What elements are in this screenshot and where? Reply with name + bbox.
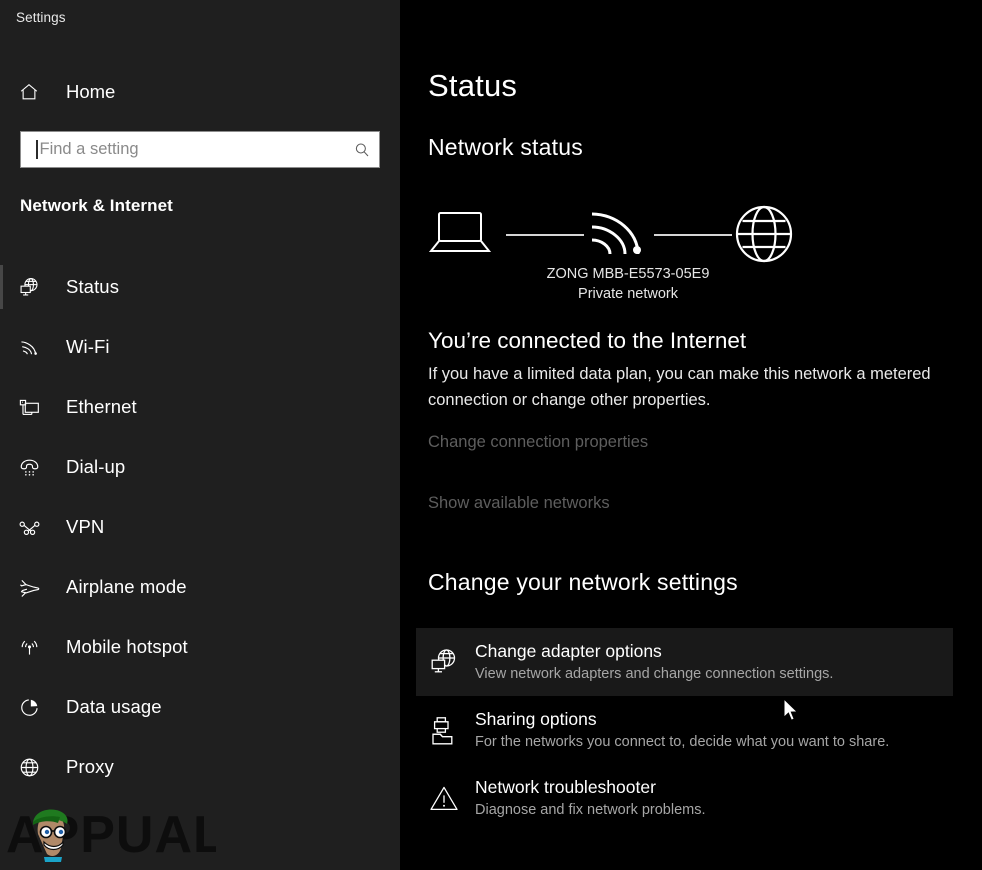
- option-title: Change adapter options: [475, 641, 662, 661]
- option-description: Diagnose and fix network problems.: [475, 802, 706, 818]
- text-caret: [36, 140, 38, 159]
- sidebar-item-proxy-label: Proxy: [66, 756, 114, 777]
- sidebar-item-data-usage-label: Data usage: [66, 696, 162, 717]
- ethernet-icon: [18, 396, 50, 419]
- globe-icon: [18, 756, 50, 779]
- sidebar-item-data-usage[interactable]: Data usage: [0, 677, 400, 737]
- sidebar-item-home[interactable]: Home: [0, 72, 400, 112]
- sidebar-item-status[interactable]: Status: [0, 257, 400, 317]
- sidebar-item-home-label: Home: [66, 81, 116, 102]
- network-name: ZONG MBB-E5573-05E9: [546, 266, 710, 282]
- svg-text:APPUALS: APPUALS: [6, 806, 216, 864]
- network-settings-options: Change adapter options View network adap…: [416, 628, 956, 832]
- window-title: Settings: [16, 10, 66, 25]
- network-status-heading: Network status: [428, 134, 583, 160]
- search-input[interactable]: Find a setting: [20, 131, 380, 168]
- airplane-icon: [18, 576, 50, 599]
- option-title: Sharing options: [475, 709, 597, 729]
- option-sharing-options[interactable]: Sharing options For the networks you con…: [416, 696, 953, 764]
- hotspot-icon: [18, 636, 50, 659]
- globe-icon: [734, 204, 794, 269]
- sidebar-item-ethernet-label: Ethernet: [66, 396, 137, 417]
- globe-monitor-icon: [18, 276, 50, 299]
- option-text: Sharing options For the networks you con…: [475, 707, 889, 753]
- sidebar-item-proxy[interactable]: Proxy: [0, 737, 400, 797]
- sidebar-item-mobile-hotspot-label: Mobile hotspot: [66, 636, 188, 657]
- settings-window: Settings Home Find a setting Network & I…: [0, 0, 982, 870]
- main-content: Status Network status ZONG MBB-E5573-05E…: [400, 0, 982, 870]
- option-text: Network troubleshooter Diagnose and fix …: [475, 775, 706, 821]
- vpn-icon: [18, 516, 50, 539]
- sidebar-item-dialup-label: Dial-up: [66, 456, 126, 477]
- sidebar-item-vpn-label: VPN: [66, 516, 105, 537]
- sidebar-item-airplane-mode[interactable]: Airplane mode: [0, 557, 400, 617]
- search-placeholder: Find a setting: [39, 140, 139, 158]
- diagram-link-left: [506, 234, 584, 236]
- sidebar: Settings Home Find a setting Network & I…: [0, 0, 400, 870]
- option-text: Change adapter options View network adap…: [475, 639, 833, 685]
- wifi-icon: [18, 336, 50, 359]
- change-network-settings-heading: Change your network settings: [428, 569, 738, 595]
- page-title: Status: [428, 68, 518, 103]
- sidebar-item-airplane-mode-label: Airplane mode: [66, 576, 187, 597]
- connection-status-description: If you have a limited data plan, you can…: [428, 365, 931, 409]
- option-title: Network troubleshooter: [475, 777, 656, 797]
- diagram-link-right: [654, 234, 732, 236]
- sidebar-category-title: Network & Internet: [20, 196, 173, 215]
- laptop-icon: [428, 208, 492, 263]
- sidebar-item-mobile-hotspot[interactable]: Mobile hotspot: [0, 617, 400, 677]
- appuals-watermark: APPUALS: [6, 798, 260, 864]
- network-diagram: [428, 196, 828, 266]
- sidebar-item-vpn[interactable]: VPN: [0, 497, 400, 557]
- show-available-networks-link[interactable]: Show available networks: [428, 494, 610, 513]
- sidebar-item-dialup[interactable]: Dial-up: [0, 437, 400, 497]
- sidebar-item-wifi-label: Wi-Fi: [66, 336, 110, 357]
- pie-chart-icon: [18, 696, 50, 719]
- change-connection-properties-link[interactable]: Change connection properties: [428, 433, 648, 452]
- wifi-icon: [588, 206, 646, 263]
- search-icon[interactable]: [345, 141, 379, 159]
- printer-folder-icon: [429, 715, 475, 745]
- sidebar-item-wifi[interactable]: Wi-Fi: [0, 317, 400, 377]
- option-description: View network adapters and change connect…: [475, 666, 834, 682]
- option-change-adapter-options[interactable]: Change adapter options View network adap…: [416, 628, 953, 696]
- sidebar-item-status-label: Status: [66, 276, 120, 297]
- connection-status-title: You’re connected to the Internet: [428, 328, 747, 353]
- dialup-phone-icon: [18, 456, 50, 479]
- option-description: For the networks you connect to, decide …: [475, 734, 890, 750]
- network-type: Private network: [578, 286, 678, 302]
- option-network-troubleshooter[interactable]: Network troubleshooter Diagnose and fix …: [416, 764, 953, 832]
- home-icon: [18, 81, 50, 103]
- globe-monitor-icon: [429, 647, 475, 677]
- sidebar-nav: Status Wi-Fi Ethernet Dial-up VPN Airpla…: [0, 257, 400, 797]
- warning-triangle-icon: [429, 783, 475, 813]
- sidebar-item-ethernet[interactable]: Ethernet: [0, 377, 400, 437]
